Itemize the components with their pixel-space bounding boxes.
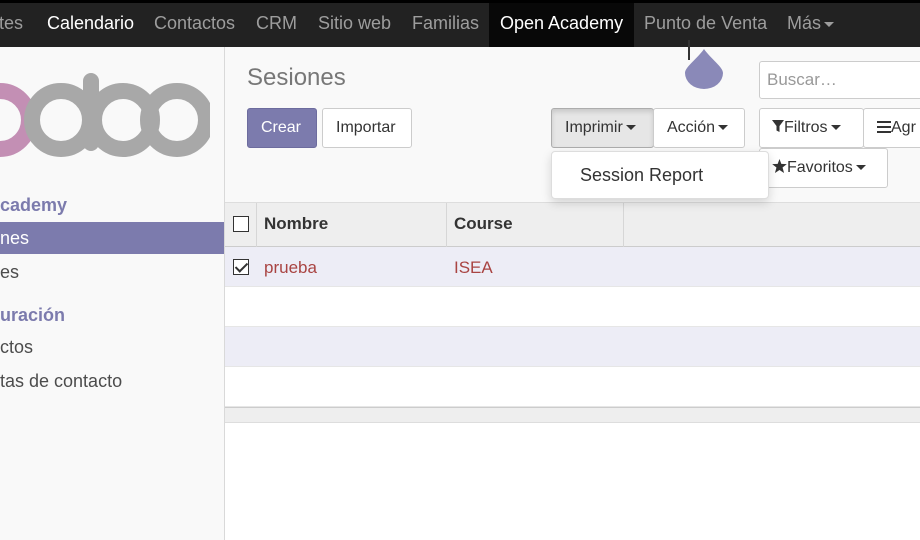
search-input[interactable]	[759, 61, 920, 99]
sessions-table: Nombre Course prueba ISEA	[225, 202, 920, 423]
column-header-course[interactable]: Course	[446, 203, 624, 247]
chevron-down-icon	[625, 125, 636, 131]
sidebar-item-sesiones[interactable]: nes	[0, 222, 224, 254]
filter-icon	[772, 120, 784, 132]
sidebar-item-cursos[interactable]: es	[0, 256, 224, 288]
sidebar-section-open-academy: cademy	[0, 195, 68, 215]
group-by-button-label: Agr	[891, 119, 916, 136]
odoo-logo[interactable]	[0, 73, 210, 163]
menu-item-calendario[interactable]: Calendario	[47, 3, 134, 47]
row-checkbox[interactable]	[233, 259, 249, 275]
action-button-label: Acción	[667, 119, 716, 136]
create-button[interactable]: Crear	[247, 108, 317, 148]
sidebar-item-etiquetas-de-contacto[interactable]: tas de contacto	[0, 365, 224, 397]
column-header-nombre[interactable]: Nombre	[256, 203, 447, 247]
table-header: Nombre Course	[225, 202, 920, 247]
menu-item-mas-label: Más	[787, 13, 822, 33]
action-button[interactable]: Acción	[653, 108, 745, 148]
select-all-checkbox[interactable]	[233, 216, 249, 232]
chevron-down-icon	[824, 21, 835, 27]
chevron-down-icon	[855, 165, 866, 171]
list-icon	[877, 121, 891, 133]
sidebar: cademy nes es uración ctos tas de contac…	[0, 47, 225, 540]
main-content: Sesiones Crear Importar Imprimir Acción …	[225, 40, 920, 540]
menu-item-session-report[interactable]: Session Report	[580, 165, 703, 186]
menu-item-contactos[interactable]: Contactos	[154, 3, 235, 47]
empty-row	[225, 287, 920, 327]
import-button[interactable]: Importar	[322, 108, 412, 148]
menu-item-crm[interactable]: CRM	[256, 3, 297, 47]
menu-item-tes[interactable]: tes	[0, 3, 23, 47]
print-button[interactable]: Imprimir	[551, 108, 654, 148]
menu-item-familias[interactable]: Familias	[412, 3, 479, 47]
menu-item-open-academy[interactable]: Open Academy	[489, 3, 635, 47]
page-title: Sesiones	[247, 64, 346, 91]
print-button-label: Imprimir	[565, 119, 623, 136]
cell-nombre[interactable]: prueba	[256, 247, 317, 287]
print-dropdown-menu: Session Report	[551, 151, 769, 199]
empty-row	[225, 327, 920, 367]
menu-item-sitio-web[interactable]: Sitio web	[318, 3, 391, 47]
table-footer	[225, 407, 920, 423]
chevron-down-icon	[830, 125, 841, 131]
favorites-button[interactable]: Favoritos	[759, 148, 888, 188]
menu-item-mas[interactable]: Más	[787, 3, 835, 47]
filters-button[interactable]: Filtros	[759, 108, 864, 148]
empty-row	[225, 367, 920, 407]
top-navbar: tes Calendario Contactos CRM Sitio web F…	[0, 0, 920, 47]
sidebar-section-configuracion: uración	[0, 305, 66, 325]
chevron-down-icon	[718, 125, 729, 131]
filters-button-label: Filtros	[784, 119, 828, 136]
table-row[interactable]: prueba ISEA	[225, 247, 920, 287]
cell-course[interactable]: ISEA	[446, 247, 493, 287]
drag-drop-icon	[685, 49, 723, 89]
menu-item-punto-de-venta[interactable]: Punto de Venta	[644, 3, 767, 47]
group-by-button[interactable]: Agr	[863, 108, 920, 148]
star-icon	[772, 159, 787, 173]
header-checkbox-cell	[225, 203, 257, 247]
sidebar-item-contactos[interactable]: ctos	[0, 331, 224, 363]
control-panel: Sesiones Crear Importar Imprimir Acción …	[225, 40, 920, 202]
favorites-button-label: Favoritos	[787, 159, 853, 176]
